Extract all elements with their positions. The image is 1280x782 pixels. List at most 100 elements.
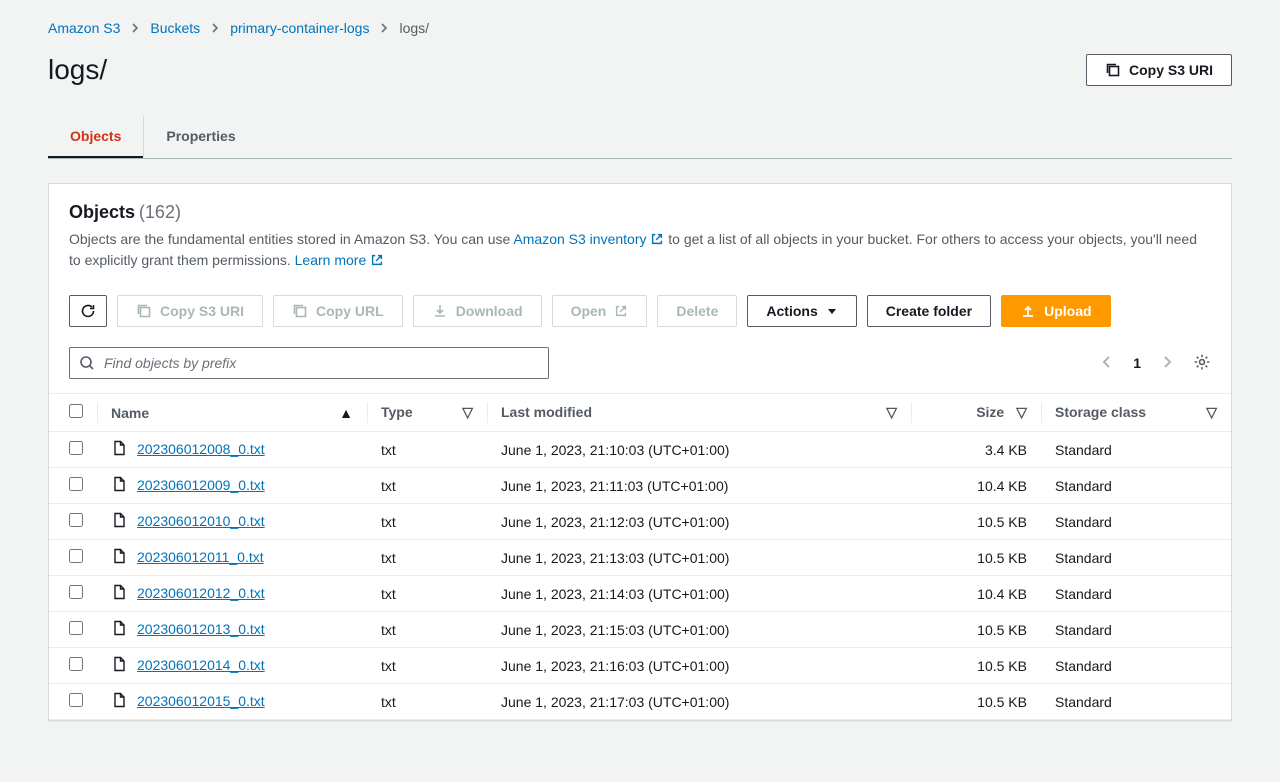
- file-icon: [111, 623, 127, 639]
- copy-url-button[interactable]: Copy URL: [273, 295, 403, 327]
- upload-icon: [1020, 303, 1036, 319]
- column-name[interactable]: Name ▲: [97, 394, 367, 432]
- table-row: 202306012011_0.txt txt June 1, 2023, 21:…: [49, 540, 1231, 576]
- object-link[interactable]: 202306012009_0.txt: [137, 477, 265, 493]
- sort-icon: ▽: [1016, 404, 1027, 421]
- table-row: 202306012013_0.txt txt June 1, 2023, 21:…: [49, 612, 1231, 648]
- chevron-right-icon: [379, 20, 389, 36]
- caret-down-icon: [826, 305, 838, 317]
- column-last-modified[interactable]: Last modified ▽: [487, 394, 911, 432]
- cell-name: 202306012009_0.txt: [97, 468, 367, 504]
- cell-size: 10.5 KB: [911, 540, 1041, 576]
- refresh-button[interactable]: [69, 295, 107, 327]
- download-button[interactable]: Download: [413, 295, 542, 327]
- cell-type: txt: [367, 612, 487, 648]
- cell-storage-class: Standard: [1041, 540, 1231, 576]
- refresh-icon: [80, 303, 96, 319]
- cell-last-modified: June 1, 2023, 21:10:03 (UTC+01:00): [487, 432, 911, 468]
- row-checkbox[interactable]: [69, 585, 83, 599]
- cell-name: 202306012014_0.txt: [97, 648, 367, 684]
- tab-properties[interactable]: Properties: [143, 116, 257, 158]
- pager-prev-button[interactable]: [1095, 350, 1119, 377]
- search-icon: [79, 355, 95, 374]
- row-checkbox[interactable]: [69, 549, 83, 563]
- object-link[interactable]: 202306012010_0.txt: [137, 513, 265, 529]
- cell-storage-class: Standard: [1041, 612, 1231, 648]
- search-box: [69, 347, 549, 379]
- object-link[interactable]: 202306012013_0.txt: [137, 621, 265, 637]
- row-checkbox[interactable]: [69, 657, 83, 671]
- settings-button[interactable]: [1193, 353, 1211, 374]
- sort-icon: ▽: [1206, 404, 1217, 421]
- file-icon: [111, 695, 127, 711]
- pager-page: 1: [1133, 355, 1141, 371]
- row-checkbox[interactable]: [69, 441, 83, 455]
- tab-objects[interactable]: Objects: [48, 116, 143, 158]
- object-link[interactable]: 202306012008_0.txt: [137, 441, 265, 457]
- breadcrumb-current: logs/: [399, 20, 429, 36]
- tabs: ObjectsProperties: [48, 116, 1232, 159]
- chevron-left-icon: [1099, 354, 1115, 370]
- column-storage-class[interactable]: Storage class ▽: [1041, 394, 1231, 432]
- column-type[interactable]: Type ▽: [367, 394, 487, 432]
- cell-name: 202306012010_0.txt: [97, 504, 367, 540]
- breadcrumb-link[interactable]: Amazon S3: [48, 20, 120, 36]
- create-folder-button[interactable]: Create folder: [867, 295, 991, 327]
- cell-type: txt: [367, 540, 487, 576]
- search-input[interactable]: [69, 347, 549, 379]
- object-link[interactable]: 202306012015_0.txt: [137, 693, 265, 709]
- table-row: 202306012012_0.txt txt June 1, 2023, 21:…: [49, 576, 1231, 612]
- cell-storage-class: Standard: [1041, 648, 1231, 684]
- cell-size: 10.4 KB: [911, 576, 1041, 612]
- file-icon: [111, 515, 127, 531]
- cell-storage-class: Standard: [1041, 504, 1231, 540]
- file-icon: [111, 551, 127, 567]
- cell-storage-class: Standard: [1041, 576, 1231, 612]
- object-link[interactable]: 202306012014_0.txt: [137, 657, 265, 673]
- cell-name: 202306012008_0.txt: [97, 432, 367, 468]
- row-checkbox[interactable]: [69, 621, 83, 635]
- table-row: 202306012010_0.txt txt June 1, 2023, 21:…: [49, 504, 1231, 540]
- panel-title: Objects: [69, 202, 135, 222]
- row-checkbox[interactable]: [69, 477, 83, 491]
- cell-size: 10.5 KB: [911, 648, 1041, 684]
- objects-panel: Objects (162) Objects are the fundamenta…: [48, 183, 1232, 721]
- file-icon: [111, 587, 127, 603]
- breadcrumb-link[interactable]: Buckets: [150, 20, 200, 36]
- open-label: Open: [571, 303, 607, 319]
- cell-name: 202306012015_0.txt: [97, 684, 367, 720]
- copy-s3-uri-header-button[interactable]: Copy S3 URI: [1086, 54, 1232, 86]
- file-icon: [111, 479, 127, 495]
- delete-label: Delete: [676, 303, 718, 319]
- breadcrumb-link[interactable]: primary-container-logs: [230, 20, 369, 36]
- table-row: 202306012015_0.txt txt June 1, 2023, 21:…: [49, 684, 1231, 720]
- chevron-right-icon: [210, 20, 220, 36]
- row-checkbox[interactable]: [69, 513, 83, 527]
- cell-type: txt: [367, 432, 487, 468]
- actions-button[interactable]: Actions: [747, 295, 856, 327]
- copy-icon: [292, 303, 308, 319]
- external-link-icon: [370, 253, 384, 267]
- chevron-right-icon: [130, 20, 140, 36]
- learn-more-link[interactable]: Learn more: [295, 252, 384, 268]
- copy-s3-uri-button[interactable]: Copy S3 URI: [117, 295, 263, 327]
- pager-next-button[interactable]: [1155, 350, 1179, 377]
- open-button[interactable]: Open: [552, 295, 648, 327]
- row-checkbox[interactable]: [69, 693, 83, 707]
- cell-type: txt: [367, 576, 487, 612]
- cell-size: 3.4 KB: [911, 432, 1041, 468]
- cell-size: 10.4 KB: [911, 468, 1041, 504]
- cell-name: 202306012011_0.txt: [97, 540, 367, 576]
- cell-last-modified: June 1, 2023, 21:11:03 (UTC+01:00): [487, 468, 911, 504]
- select-all-checkbox[interactable]: [69, 404, 83, 418]
- object-link[interactable]: 202306012012_0.txt: [137, 585, 265, 601]
- table-row: 202306012009_0.txt txt June 1, 2023, 21:…: [49, 468, 1231, 504]
- object-link[interactable]: 202306012011_0.txt: [137, 549, 264, 565]
- inventory-link[interactable]: Amazon S3 inventory: [513, 231, 664, 247]
- cell-last-modified: June 1, 2023, 21:15:03 (UTC+01:00): [487, 612, 911, 648]
- upload-button[interactable]: Upload: [1001, 295, 1110, 327]
- delete-button[interactable]: Delete: [657, 295, 737, 327]
- upload-label: Upload: [1044, 303, 1091, 319]
- column-size[interactable]: Size ▽: [911, 394, 1041, 432]
- copy-icon: [1105, 62, 1121, 78]
